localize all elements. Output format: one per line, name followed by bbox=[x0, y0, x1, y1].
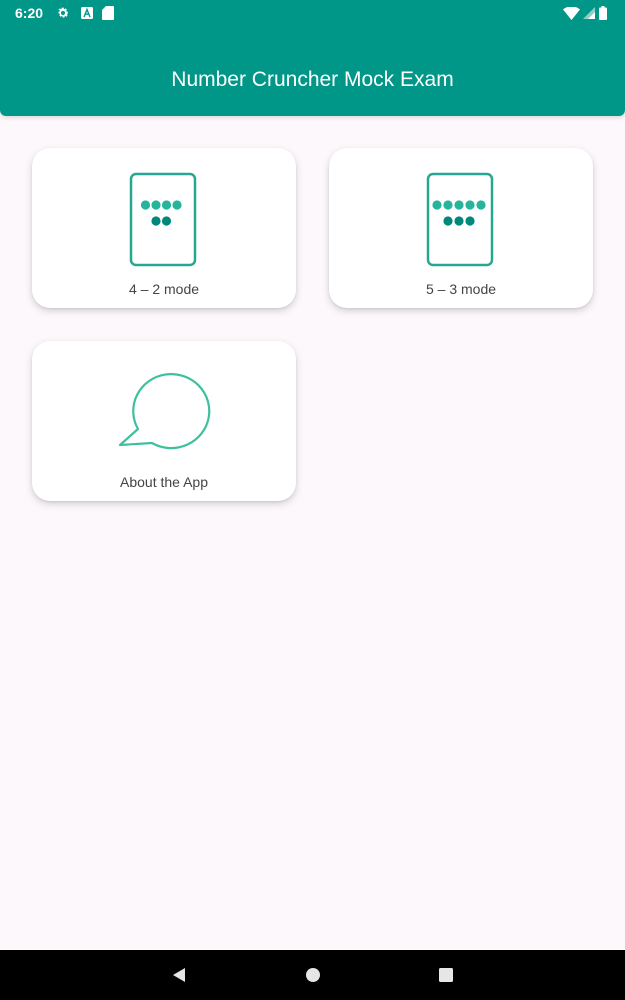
wifi-icon bbox=[562, 6, 580, 20]
mode-4-2-label: 4 – 2 mode bbox=[128, 281, 200, 297]
app-bar: 6:20 Number Cruncher Mock Exam bbox=[0, 0, 625, 116]
settings-icon bbox=[56, 6, 70, 20]
battery-icon bbox=[598, 6, 608, 20]
recents-icon[interactable] bbox=[431, 960, 461, 990]
status-time: 6:20 bbox=[15, 5, 44, 21]
back-icon[interactable] bbox=[164, 960, 194, 990]
mode-4-2-card[interactable]: 4 – 2 mode bbox=[32, 148, 296, 308]
about-app-card[interactable]: About the App bbox=[32, 341, 296, 501]
home-icon[interactable] bbox=[298, 960, 328, 990]
signal-icon bbox=[582, 6, 596, 20]
sd-card-icon bbox=[101, 6, 115, 20]
speech-bubble-icon bbox=[116, 369, 212, 458]
status-bar: 6:20 bbox=[0, 0, 625, 28]
a-letter-icon bbox=[80, 6, 94, 20]
tablet-dots-5-3-icon bbox=[426, 172, 496, 273]
app-title: Number Cruncher Mock Exam bbox=[171, 68, 454, 91]
mode-5-3-label: 5 – 3 mode bbox=[425, 281, 497, 297]
tablet-dots-4-2-icon bbox=[129, 172, 199, 273]
mode-5-3-card[interactable]: 5 – 3 mode bbox=[329, 148, 593, 308]
about-app-label: About the App bbox=[120, 474, 208, 490]
nav-bar bbox=[0, 950, 625, 1000]
